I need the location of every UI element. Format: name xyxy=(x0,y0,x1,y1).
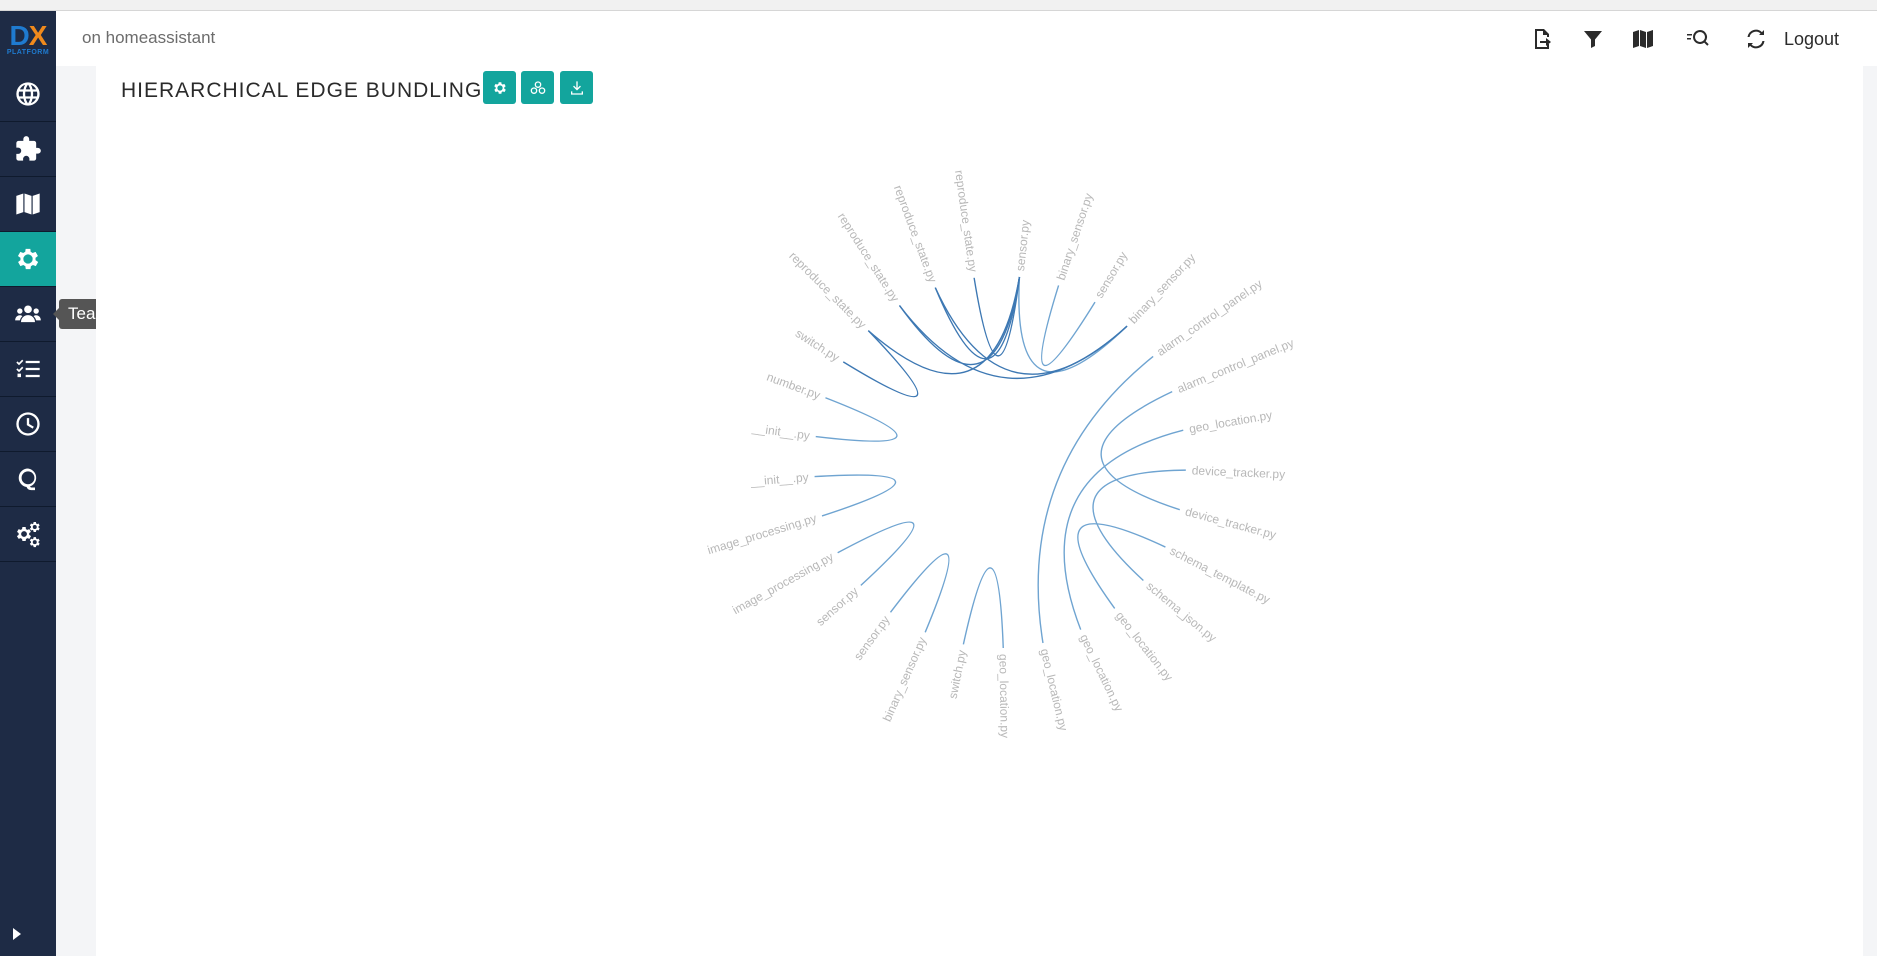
node-label[interactable]: reproduce_state.py xyxy=(952,169,980,273)
q-icon xyxy=(18,468,37,491)
nav-item-tasks[interactable] xyxy=(0,342,56,397)
node-label[interactable]: sensor.py xyxy=(1013,219,1032,272)
node-label[interactable]: switch.py xyxy=(946,649,969,700)
node-label[interactable]: reproduce_state.py xyxy=(835,210,902,304)
filter-button[interactable] xyxy=(1581,27,1605,51)
export-icon xyxy=(1535,29,1551,49)
globe-icon xyxy=(16,82,40,106)
node-label[interactable]: reproduce_state.py xyxy=(786,249,869,331)
node-label[interactable]: binary_sensor.py xyxy=(880,635,929,724)
node-label[interactable]: switch.py xyxy=(793,326,842,364)
zoom-search-button[interactable] xyxy=(1686,27,1710,51)
dependency-edge xyxy=(1100,391,1180,511)
node-label[interactable]: geo_location.py xyxy=(1188,408,1273,436)
zoom-search-icon xyxy=(1687,30,1709,46)
node-label[interactable]: binary_sensor.py xyxy=(1126,251,1198,327)
clock-icon xyxy=(16,412,40,436)
node-label[interactable]: schema_template.py xyxy=(1168,544,1273,607)
node-label[interactable]: geo_location.py xyxy=(996,654,1011,738)
main-panel: HIERARCHICAL EDGE BUNDLING sensor.py bina… xyxy=(96,66,1863,956)
node-label[interactable]: image_processing.py xyxy=(706,511,819,557)
dependency-edge xyxy=(1018,276,1128,373)
sidebar: DX PLATFORM xyxy=(0,11,56,956)
logo-subtitle: PLATFORM xyxy=(6,48,50,56)
puzzle-icon xyxy=(16,136,41,161)
team-icon xyxy=(15,305,41,323)
dependency-edge xyxy=(934,276,1021,360)
dependency-edge xyxy=(837,521,915,586)
nav-item-team[interactable] xyxy=(0,287,56,342)
map-icon xyxy=(1633,30,1653,48)
map-button[interactable] xyxy=(1631,27,1655,51)
dependency-edge xyxy=(815,397,898,442)
nav-item-admin[interactable] xyxy=(0,507,56,562)
refresh-icon xyxy=(1747,29,1765,49)
dependency-edge xyxy=(814,474,897,517)
node-label[interactable]: reproduce_state.py xyxy=(891,183,940,284)
top-header: on homeassistant Logout xyxy=(56,11,1877,66)
dependency-edge xyxy=(898,276,1021,366)
node-label[interactable]: sensor.py xyxy=(1092,249,1130,300)
dx-platform-logo[interactable]: DX PLATFORM xyxy=(0,11,56,67)
node-label[interactable]: geo_location.py xyxy=(1077,632,1126,714)
expand-sidebar-icon[interactable] xyxy=(11,927,23,941)
nav-item-history[interactable] xyxy=(0,397,56,452)
logo-d: D xyxy=(9,19,30,51)
nav-item-puzzle[interactable] xyxy=(0,122,56,177)
node-label[interactable]: alarm_control_panel.py xyxy=(1175,336,1296,396)
project-name: on homeassistant xyxy=(82,28,216,47)
node-label[interactable]: image_processing.py xyxy=(730,550,836,618)
nav-item-map[interactable] xyxy=(0,177,56,232)
node-label[interactable]: geo_location.py xyxy=(1113,609,1176,684)
node-label[interactable]: schema_json.py xyxy=(1144,579,1220,645)
nav-item-globe[interactable] xyxy=(0,67,56,122)
settings-gear-icon xyxy=(17,248,39,270)
map-icon xyxy=(16,193,40,215)
node-label[interactable]: __init__.py xyxy=(749,470,809,489)
node-label[interactable]: sensor.py xyxy=(813,584,861,629)
filter-icon xyxy=(1584,31,1602,48)
node-label[interactable]: number.py xyxy=(765,370,822,403)
logo-x: X xyxy=(28,19,48,51)
node-label[interactable]: sensor.py xyxy=(851,613,893,663)
node-label[interactable]: binary_sensor.py xyxy=(1054,191,1096,282)
gears-icon xyxy=(16,521,40,548)
node-label[interactable]: device_tracker.py xyxy=(1184,504,1278,541)
logout-link[interactable]: Logout xyxy=(1784,29,1839,50)
edge-bundling-chart: sensor.py binary_sensor.pysensor.pybinary… xyxy=(706,169,1296,738)
export-button[interactable] xyxy=(1531,27,1555,51)
nav-item-settings[interactable] xyxy=(0,232,56,287)
node-label[interactable]: __init__.py xyxy=(750,421,810,443)
dependency-edge xyxy=(889,553,950,633)
dependency-edge xyxy=(1041,285,1096,367)
node-label[interactable]: geo_location.py xyxy=(1038,647,1071,732)
refresh-button[interactable] xyxy=(1744,27,1768,51)
dependency-edge xyxy=(1037,355,1154,644)
checklist-icon xyxy=(16,359,40,378)
browser-top-strip xyxy=(0,0,1877,11)
node-label[interactable]: device_tracker.py xyxy=(1192,463,1286,481)
dependency-edge xyxy=(962,567,1004,648)
nav-item-query[interactable] xyxy=(0,452,56,507)
